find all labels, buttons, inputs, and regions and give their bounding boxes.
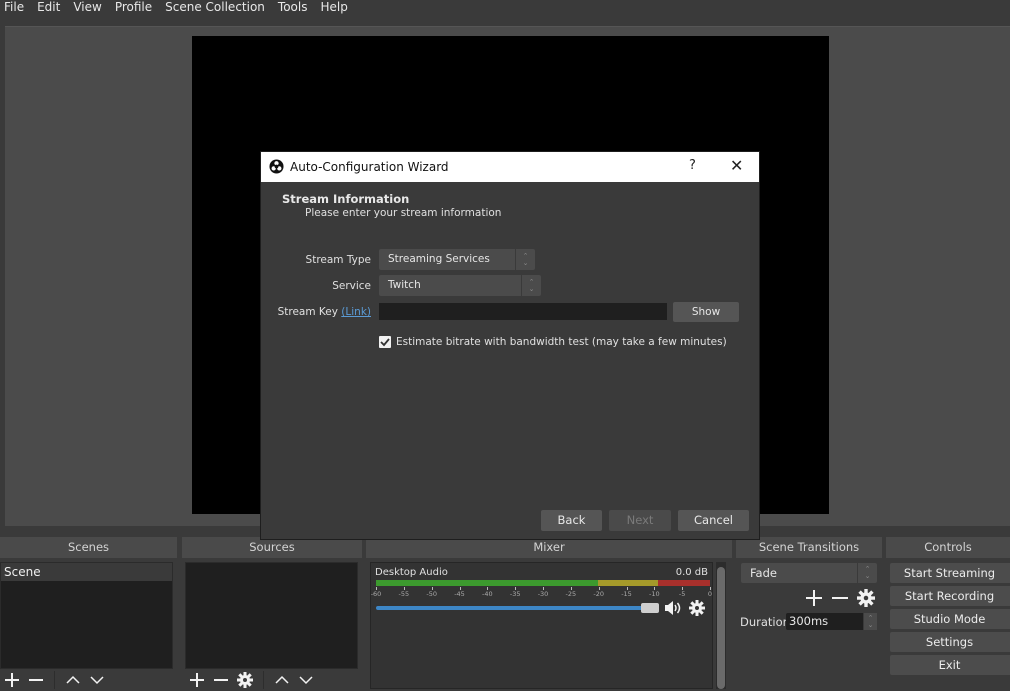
- transition-select[interactable]: Fade ⌃ ⌄: [741, 563, 877, 583]
- meter-scale-label: -35: [509, 590, 521, 598]
- mixer-settings-gear-icon[interactable]: [689, 600, 705, 619]
- duration-label: Duration: [740, 615, 790, 629]
- move-scene-up-icon[interactable]: [61, 669, 85, 691]
- menu-help[interactable]: Help: [315, 0, 355, 14]
- duration-value: 300ms: [789, 614, 829, 628]
- mixer-dock-title: Mixer: [366, 537, 732, 558]
- remove-scene-icon[interactable]: [24, 669, 48, 691]
- exit-button[interactable]: Exit: [890, 655, 1010, 675]
- scenes-list[interactable]: Scene: [0, 562, 173, 669]
- transitions-dock-title: Scene Transitions: [736, 537, 882, 558]
- transition-properties-gear-icon[interactable]: [857, 589, 875, 610]
- sources-dock-title: Sources: [182, 537, 362, 558]
- page-subheading: Please enter your stream information: [305, 207, 502, 219]
- add-scene-icon[interactable]: [0, 669, 24, 691]
- cancel-button[interactable]: Cancel: [678, 510, 749, 531]
- meter-red-segment: [658, 580, 710, 586]
- scenes-dock-title: Scenes: [0, 537, 177, 558]
- meter-scale-label: -15: [621, 590, 632, 598]
- meter-scale-label: -40: [482, 590, 493, 598]
- scene-item[interactable]: Scene: [1, 563, 172, 581]
- mixer-channel-level: 0.0 dB: [675, 567, 708, 578]
- page-heading: Stream Information: [282, 192, 410, 206]
- mixer-scrollbar-thumb[interactable]: [717, 567, 725, 689]
- controls-dock-title: Controls: [886, 537, 1010, 558]
- meter-yellow-segment: [598, 580, 658, 586]
- meter-scale-label: -60: [370, 590, 382, 598]
- service-select[interactable]: Twitch ⌃ ⌄: [379, 275, 541, 296]
- move-scene-down-icon[interactable]: [85, 669, 109, 691]
- settings-button[interactable]: Settings: [890, 632, 1010, 652]
- stream-type-value: Streaming Services: [388, 253, 490, 265]
- obs-logo-icon: [269, 159, 284, 174]
- stream-type-label: Stream Type: [305, 254, 371, 266]
- mixer-scrollbar[interactable]: [716, 562, 726, 689]
- meter-scale-label: -20: [593, 590, 604, 598]
- updown-arrows-icon: ⌃ ⌄: [521, 275, 541, 296]
- toolbar-separator: [263, 671, 264, 689]
- menu-scene-collection[interactable]: Scene Collection: [160, 0, 273, 14]
- mixer-panel: Desktop Audio 0.0 dB -60 -55 -50 -45 -40 -35 -…: [370, 562, 713, 689]
- menu-file[interactable]: File: [0, 0, 32, 14]
- mixer-channel-name: Desktop Audio: [375, 567, 448, 578]
- volume-slider-track[interactable]: [376, 606, 644, 610]
- add-source-icon[interactable]: [185, 669, 209, 691]
- volume-slider-handle[interactable]: [641, 603, 659, 613]
- close-button[interactable]: ✕: [730, 156, 743, 175]
- meter-scale-label: -50: [426, 590, 437, 598]
- show-key-button[interactable]: Show: [673, 302, 739, 322]
- checkmark-icon: [380, 338, 390, 347]
- service-label: Service: [332, 280, 371, 292]
- remove-source-icon[interactable]: [209, 669, 233, 691]
- start-recording-button[interactable]: Start Recording: [890, 586, 1010, 606]
- duration-spinbox[interactable]: 300ms ⌃ ⌄: [786, 613, 877, 630]
- speaker-icon[interactable]: [664, 600, 682, 619]
- stream-key-label-group: Stream Key (Link): [278, 306, 371, 318]
- meter-scale-label: -55: [398, 590, 410, 598]
- scenes-toolbar: [0, 669, 173, 691]
- dialog-title: Auto-Configuration Wizard: [290, 160, 449, 174]
- toolbar-separator: [54, 671, 55, 689]
- studio-mode-button[interactable]: Studio Mode: [890, 609, 1010, 629]
- next-button[interactable]: Next: [609, 510, 671, 531]
- sources-list[interactable]: [185, 562, 358, 669]
- bandwidth-test-checkbox[interactable]: [379, 336, 391, 348]
- transition-select-value: Fade: [750, 566, 777, 580]
- menu-bar: File Edit View Profile Scene Collection …: [0, 0, 1010, 22]
- stream-type-select[interactable]: Streaming Services ⌃ ⌄: [379, 249, 535, 270]
- sources-toolbar: [185, 669, 358, 691]
- menu-profile[interactable]: Profile: [110, 0, 160, 14]
- service-value: Twitch: [388, 279, 421, 291]
- menu-view[interactable]: View: [68, 0, 109, 14]
- menu-tools[interactable]: Tools: [273, 0, 316, 14]
- meter-scale-label: -10: [649, 590, 660, 598]
- menu-edit[interactable]: Edit: [32, 0, 68, 14]
- stream-key-label: Stream Key: [277, 306, 338, 318]
- stream-key-link[interactable]: (Link): [341, 306, 371, 318]
- remove-transition-icon[interactable]: [831, 589, 849, 610]
- meter-scale-label: -30: [537, 590, 549, 598]
- add-transition-icon[interactable]: [805, 589, 823, 610]
- meter-scale-label: -25: [565, 590, 577, 598]
- back-button[interactable]: Back: [541, 510, 602, 531]
- meter-green-segment: [376, 580, 598, 586]
- dialog-titlebar[interactable]: Auto-Configuration Wizard ? ✕: [261, 152, 759, 182]
- updown-arrows-icon[interactable]: ⌃ ⌄: [863, 613, 877, 630]
- auto-config-wizard-dialog: Auto-Configuration Wizard ? ✕ Stream Inf…: [260, 151, 760, 540]
- move-source-up-icon[interactable]: [270, 669, 294, 691]
- volume-meter: [376, 580, 710, 586]
- bandwidth-test-label[interactable]: Estimate bitrate with bandwidth test (ma…: [396, 336, 727, 348]
- start-streaming-button[interactable]: Start Streaming: [890, 563, 1010, 583]
- meter-scale-label: -5: [678, 590, 686, 598]
- source-properties-gear-icon[interactable]: [233, 669, 257, 691]
- meter-scale: -60 -55 -50 -45 -40 -35 -30 -25 -20 -15 -10 -5 0: [371, 587, 712, 599]
- move-source-down-icon[interactable]: [294, 669, 318, 691]
- stream-key-input[interactable]: [379, 303, 667, 320]
- help-button[interactable]: ?: [689, 158, 696, 173]
- updown-arrows-icon: ⌃ ⌄: [515, 249, 535, 270]
- updown-arrows-icon: ⌃ ⌄: [857, 563, 877, 583]
- meter-scale-label: -45: [454, 590, 465, 598]
